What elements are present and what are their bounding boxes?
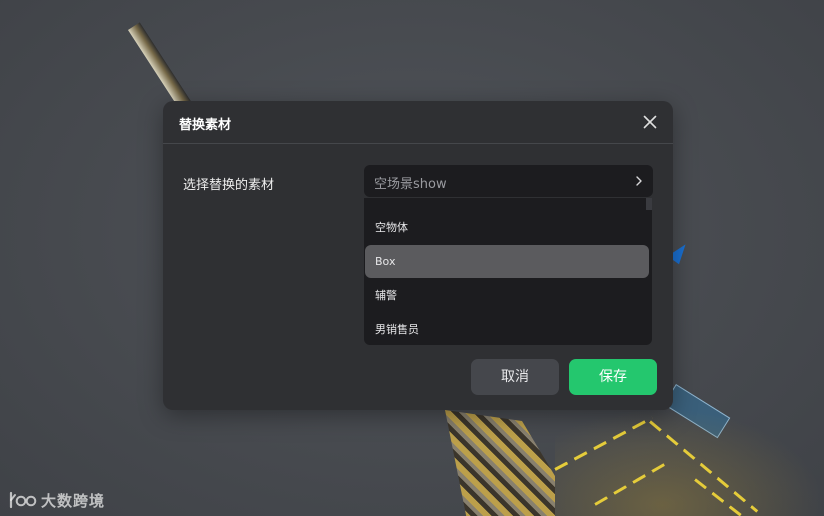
- chevron-right-icon: [636, 176, 642, 186]
- cancel-button[interactable]: 取消: [471, 359, 559, 395]
- scene-glow: [555, 408, 824, 516]
- dropdown-item-auxiliary-police[interactable]: 辅警: [365, 279, 649, 312]
- dropdown-item-male-salesperson[interactable]: 男销售员: [365, 313, 649, 345]
- close-button[interactable]: [641, 113, 659, 131]
- dialog-title: 替换素材: [179, 118, 232, 133]
- replace-material-dialog: 替换素材 选择替换的素材 空场景show 空物体 Box 辅警 男销售员 取消 …: [163, 101, 673, 410]
- material-dropdown-list[interactable]: 空物体 Box 辅警 男销售员: [364, 198, 652, 345]
- watermark: 大数跨境: [8, 488, 105, 512]
- dropdown-item-empty-object[interactable]: 空物体: [365, 211, 649, 244]
- dropdown-item-box[interactable]: Box: [365, 245, 649, 278]
- dropdown-scrollbar[interactable]: [646, 198, 652, 210]
- material-field-label: 选择替换的素材: [183, 178, 275, 193]
- scene-floor: [445, 408, 824, 516]
- dialog-header: 替换素材: [163, 101, 673, 144]
- save-button[interactable]: 保存: [569, 359, 657, 395]
- material-select-value: 空场景show: [374, 177, 447, 192]
- scene-building: [445, 410, 555, 516]
- material-select[interactable]: 空场景show: [364, 165, 653, 197]
- brand-logo-icon: [9, 491, 37, 509]
- watermark-text: 大数跨境: [41, 491, 106, 510]
- close-icon: [643, 115, 657, 129]
